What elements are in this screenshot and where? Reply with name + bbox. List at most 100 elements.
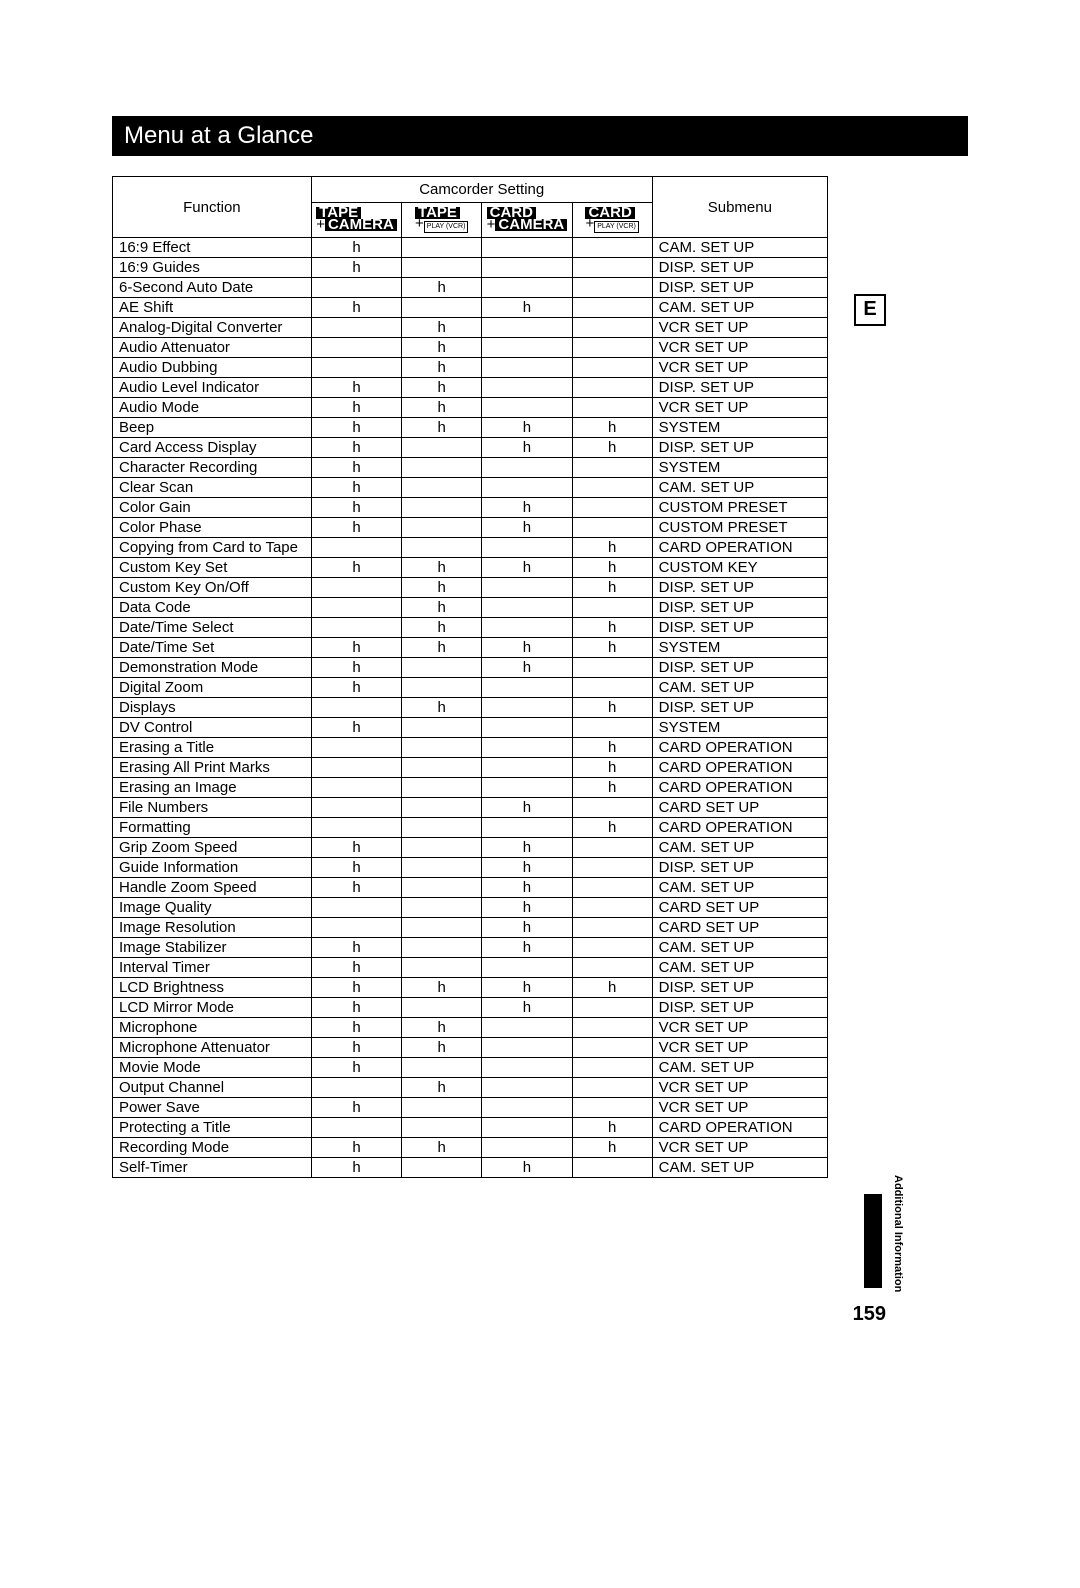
mode-cell [572, 498, 652, 518]
function-cell: Color Phase [113, 518, 312, 538]
mode-cell [311, 358, 401, 378]
mode-cell: h [572, 758, 652, 778]
mode-cell: h [572, 558, 652, 578]
mode-badge-top: CARD [585, 207, 634, 219]
function-cell: Date/Time Select [113, 618, 312, 638]
mode-cell [402, 1118, 482, 1138]
submenu-cell: CAM. SET UP [652, 478, 827, 498]
table-row: 6-Second Auto DatehDISP. SET UP [113, 278, 828, 298]
mode-cell: h [311, 718, 401, 738]
mode-cell [402, 1098, 482, 1118]
mode-badge-bottom: PLAY (VCR) [594, 221, 639, 233]
mode-cell: h [311, 1058, 401, 1078]
mode-cell: h [311, 678, 401, 698]
mode-cell [311, 1118, 401, 1138]
table-row: Date/Time SelecthhDISP. SET UP [113, 618, 828, 638]
table-body: 16:9 EffecthCAM. SET UP16:9 GuideshDISP.… [113, 238, 828, 1178]
table-row: Data CodehDISP. SET UP [113, 598, 828, 618]
table-row: Date/Time SethhhhSYSTEM [113, 638, 828, 658]
mode-cell [572, 258, 652, 278]
mode-cell [572, 518, 652, 538]
menu-table: Function Camcorder Setting Submenu TAPE … [112, 176, 828, 1178]
mode-cell: h [482, 978, 572, 998]
function-cell: Audio Level Indicator [113, 378, 312, 398]
mode-cell [572, 1058, 652, 1078]
table-row: LCD Mirror ModehhDISP. SET UP [113, 998, 828, 1018]
function-cell: Copying from Card to Tape [113, 538, 312, 558]
table-row: Output ChannelhVCR SET UP [113, 1078, 828, 1098]
submenu-cell: DISP. SET UP [652, 578, 827, 598]
mode-cell [402, 918, 482, 938]
mode-cell [572, 898, 652, 918]
mode-cell: h [311, 998, 401, 1018]
mode-cell [482, 538, 572, 558]
submenu-cell: DISP. SET UP [652, 658, 827, 678]
mode-cell: h [482, 938, 572, 958]
mode-cell [572, 238, 652, 258]
function-cell: Audio Dubbing [113, 358, 312, 378]
mode-cell [311, 598, 401, 618]
mode-cell: h [311, 398, 401, 418]
submenu-cell: CAM. SET UP [652, 298, 827, 318]
submenu-cell: CARD OPERATION [652, 778, 827, 798]
mode-cell [572, 358, 652, 378]
mode-cell: h [572, 438, 652, 458]
mode-cell [402, 818, 482, 838]
mode-cell [311, 778, 401, 798]
mode-cell: h [311, 878, 401, 898]
side-label-text: Additional Information [892, 1175, 904, 1292]
mode-cell: h [482, 998, 572, 1018]
language-badge: E [854, 294, 886, 326]
submenu-cell: VCR SET UP [652, 1038, 827, 1058]
table-row: Interval TimerhCAM. SET UP [113, 958, 828, 978]
mode-cell [572, 658, 652, 678]
mode-cell: h [311, 558, 401, 578]
table-row: Image ResolutionhCARD SET UP [113, 918, 828, 938]
table-row: Erasing All Print MarkshCARD OPERATION [113, 758, 828, 778]
mode-cell: h [311, 1018, 401, 1038]
submenu-cell: VCR SET UP [652, 1138, 827, 1158]
mode-cell [482, 578, 572, 598]
table-row: Clear ScanhCAM. SET UP [113, 478, 828, 498]
mode-cell: h [482, 558, 572, 578]
mode-cell: h [311, 438, 401, 458]
mode-cell [482, 258, 572, 278]
mode-cell: h [402, 618, 482, 638]
table-row: Guide InformationhhDISP. SET UP [113, 858, 828, 878]
mode-cell [402, 518, 482, 538]
function-cell: Demonstration Mode [113, 658, 312, 678]
mode-cell [572, 998, 652, 1018]
function-cell: Card Access Display [113, 438, 312, 458]
mode-cell [572, 1098, 652, 1118]
mode-cell [311, 738, 401, 758]
table-row: BeephhhhSYSTEM [113, 418, 828, 438]
submenu-cell: CUSTOM PRESET [652, 498, 827, 518]
submenu-cell: CUSTOM PRESET [652, 518, 827, 538]
submenu-cell: CARD OPERATION [652, 818, 827, 838]
mode-cell: h [311, 418, 401, 438]
mode-badge-bottom: CAMERA [325, 219, 397, 231]
table-row: Analog-Digital ConverterhVCR SET UP [113, 318, 828, 338]
mode-cell: h [482, 838, 572, 858]
mode-cell: h [572, 1138, 652, 1158]
mode-cell [572, 858, 652, 878]
mode-cell [482, 238, 572, 258]
mode-cell: h [402, 1078, 482, 1098]
mode-cell [402, 678, 482, 698]
mode-cell [402, 1158, 482, 1178]
function-cell: Grip Zoom Speed [113, 838, 312, 858]
table-row: DV ControlhSYSTEM [113, 718, 828, 738]
mode-cell [482, 338, 572, 358]
submenu-cell: SYSTEM [652, 418, 827, 438]
mode-cell: h [402, 978, 482, 998]
function-cell: Audio Attenuator [113, 338, 312, 358]
mode-cell [482, 698, 572, 718]
mode-cell [482, 358, 572, 378]
submenu-cell: DISP. SET UP [652, 438, 827, 458]
table-header: Function Camcorder Setting Submenu TAPE … [113, 177, 828, 238]
submenu-cell: CARD SET UP [652, 918, 827, 938]
mode-cell: h [311, 458, 401, 478]
function-cell: Erasing All Print Marks [113, 758, 312, 778]
submenu-cell: VCR SET UP [652, 1098, 827, 1118]
mode-cell: h [402, 278, 482, 298]
